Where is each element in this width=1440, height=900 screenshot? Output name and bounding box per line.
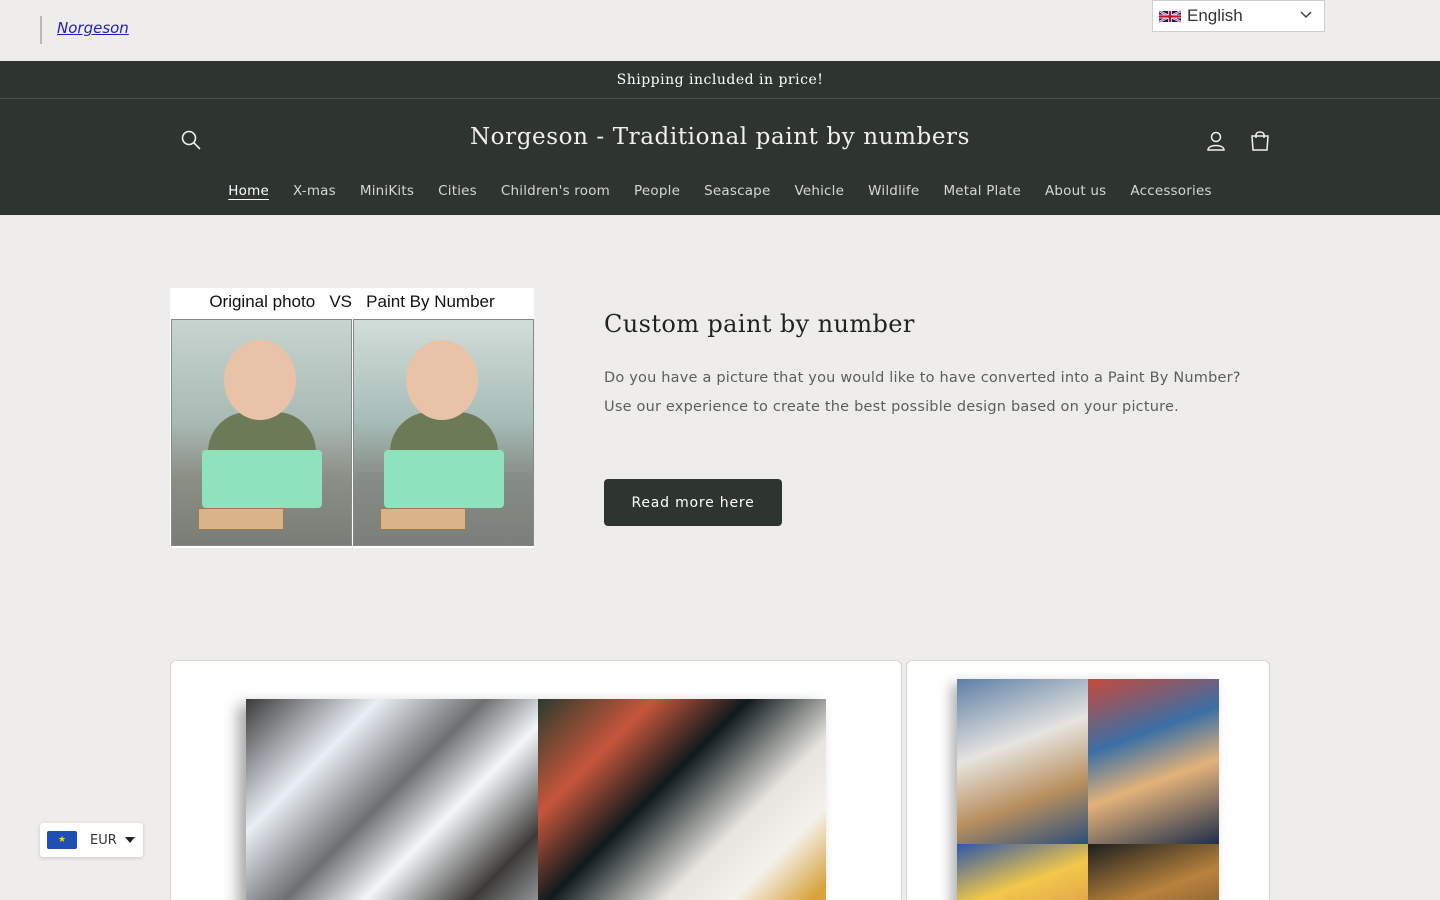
chevron-down-icon [1300, 11, 1312, 19]
brand-link[interactable]: Norgeson [57, 19, 129, 37]
announcement-bar: Shipping included in price! [0, 61, 1440, 99]
hero-paragraph-1: Do you have a picture that you would lik… [604, 370, 1241, 386]
currency-selector[interactable]: ★ EUR [40, 823, 143, 857]
nav-item-metal-plate[interactable]: Metal Plate [931, 183, 1033, 199]
nav-item-wildlife[interactable]: Wildlife [856, 183, 931, 199]
nav-item-cities[interactable]: Cities [426, 183, 489, 199]
nav-item-seascape[interactable]: Seascape [692, 183, 782, 199]
account-icon[interactable] [1204, 129, 1228, 153]
hero-text: Custom paint by number Do you have a pic… [604, 310, 1244, 421]
divider [40, 16, 42, 44]
hero-paragraph: Do you have a picture that you would lik… [604, 364, 1244, 421]
product-image[interactable] [246, 699, 826, 900]
site-header: Norgeson - Traditional paint by numbers … [0, 99, 1440, 215]
hero-paragraph-2: Use our experience to create the best po… [604, 398, 1179, 415]
nav-item-people[interactable]: People [622, 183, 692, 199]
currency-code: EUR [90, 832, 117, 848]
nav-item-vehicle[interactable]: Vehicle [782, 183, 856, 199]
uk-flag-icon [1159, 9, 1181, 23]
nav-item-minikits[interactable]: MiniKits [348, 183, 426, 199]
nav-item-childrens-room[interactable]: Children's room [489, 183, 622, 199]
product-card[interactable] [170, 660, 902, 900]
announcement-text: Shipping included in price! [616, 71, 824, 88]
nav-item-xmas[interactable]: X-mas [281, 183, 348, 199]
paint-by-number-photo [353, 319, 534, 546]
product-image[interactable] [957, 679, 1219, 900]
read-more-button[interactable]: Read more here [604, 479, 782, 526]
hero-image-caption: Original photo VS Paint By Number [209, 292, 495, 311]
caret-down-icon [125, 837, 135, 843]
nav-item-home[interactable]: Home [216, 183, 281, 199]
hero-image: Original photo VS Paint By Number [170, 288, 534, 548]
nav-item-accessories[interactable]: Accessories [1118, 183, 1223, 199]
eu-flag-icon: ★ [47, 831, 77, 849]
top-strip: Norgeson English [0, 0, 1440, 61]
cart-icon[interactable] [1248, 129, 1272, 153]
original-photo [171, 319, 352, 546]
product-card[interactable] [906, 660, 1270, 900]
language-label: English [1187, 6, 1243, 25]
language-selector[interactable]: English [1152, 0, 1325, 32]
nav-item-about-us[interactable]: About us [1033, 183, 1118, 199]
main-nav: Home X-mas MiniKits Cities Children's ro… [0, 183, 1440, 199]
hero-heading: Custom paint by number [604, 310, 915, 338]
